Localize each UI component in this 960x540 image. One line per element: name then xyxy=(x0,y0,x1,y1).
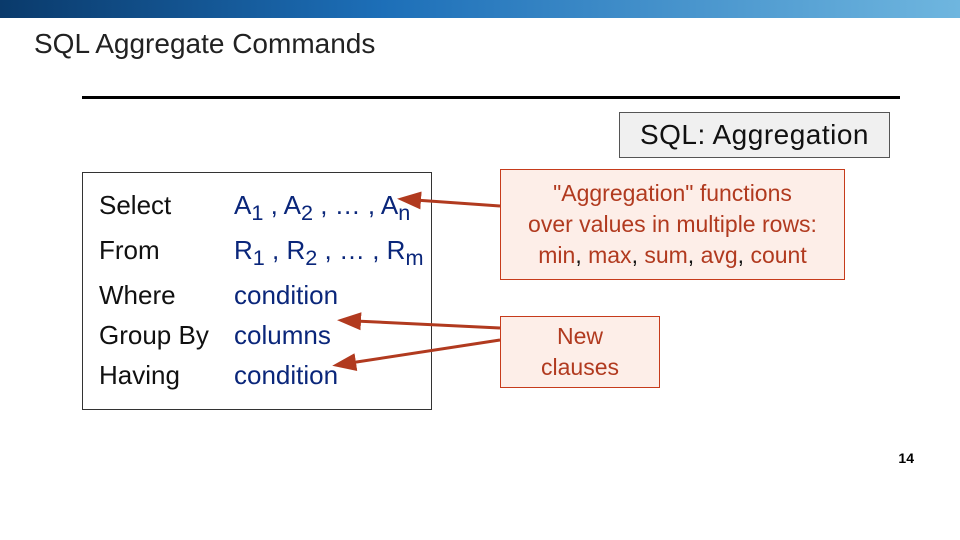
sql-keyword: Select xyxy=(99,185,234,230)
slide-title: SQL Aggregate Commands xyxy=(0,18,960,68)
sql-row-where: Where condition xyxy=(99,275,415,315)
sql-args: columns xyxy=(234,315,331,355)
page-number: 14 xyxy=(898,450,914,466)
callout-new-clauses: New clauses xyxy=(500,316,660,388)
sql-row-groupby: Group By columns xyxy=(99,315,415,355)
callout-line1: "Aggregation" functions xyxy=(517,178,828,209)
sql-row-from: From R1 , R2 , … , Rm xyxy=(99,230,415,275)
callout-aggregation-functions: "Aggregation" functions over values in m… xyxy=(500,169,845,280)
sql-keyword: Having xyxy=(99,355,234,395)
horizontal-divider xyxy=(82,96,900,99)
sql-args: condition xyxy=(234,275,338,315)
sql-args: R1 , R2 , … , Rm xyxy=(234,230,424,275)
sql-keyword: Where xyxy=(99,275,234,315)
sql-keyword: From xyxy=(99,230,234,275)
accent-top-bar xyxy=(0,0,960,18)
slide-content: SQL: Aggregation Select A1 , A2 , … , An… xyxy=(0,68,960,538)
sql-aggregation-badge: SQL: Aggregation xyxy=(619,112,890,158)
fn-min: min xyxy=(538,242,575,268)
fn-sum: sum xyxy=(644,242,687,268)
sql-row-having: Having condition xyxy=(99,355,415,395)
callout-function-list: min, max, sum, avg, count xyxy=(517,240,828,271)
sql-args: A1 , A2 , … , An xyxy=(234,185,410,230)
sql-args: condition xyxy=(234,355,338,395)
sql-row-select: Select A1 , A2 , … , An xyxy=(99,185,415,230)
sql-keyword: Group By xyxy=(99,315,234,355)
sql-syntax-box: Select A1 , A2 , … , An From R1 , R2 , …… xyxy=(82,172,432,410)
callout-line2: over values in multiple rows: xyxy=(517,209,828,240)
fn-max: max xyxy=(588,242,631,268)
fn-count: count xyxy=(750,242,806,268)
fn-avg: avg xyxy=(701,242,738,268)
